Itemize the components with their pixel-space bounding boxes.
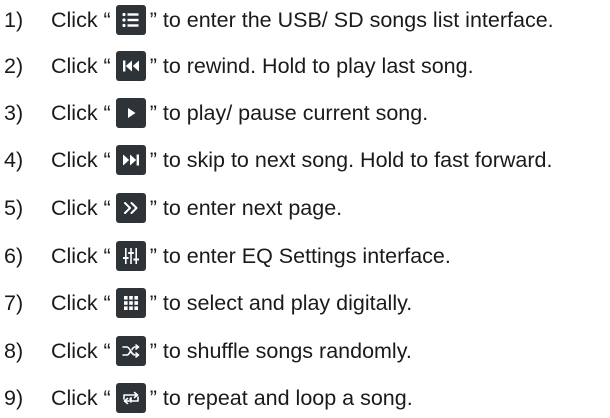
item-tail: ” to enter next page. — [149, 195, 343, 220]
item-lead: Click “ — [51, 385, 111, 410]
item-number: 2) — [4, 53, 24, 78]
item-tail: ” to repeat and loop a song. — [149, 385, 413, 410]
item-tail: ” to select and play digitally. — [149, 290, 413, 315]
item-lead: Click “ — [51, 195, 111, 220]
item-number: 8) — [4, 338, 24, 363]
item-lead: Click “ — [51, 100, 111, 125]
item-number: 1) — [4, 7, 24, 32]
item-number: 5) — [4, 195, 24, 220]
rewind-icon — [115, 51, 146, 81]
item-lead: Click “ — [51, 290, 111, 315]
item-number: 7) — [4, 290, 24, 315]
equalizer-icon — [115, 241, 146, 271]
shuffle-icon — [115, 336, 146, 366]
numpad-icon — [115, 288, 146, 318]
item-lead: Click “ — [51, 7, 111, 32]
play-icon — [115, 98, 146, 128]
item-number: 6) — [4, 243, 24, 268]
item-tail: ” to play/ pause current song. — [149, 100, 429, 125]
item-tail: ” to skip to next song. Hold to fast for… — [149, 147, 553, 172]
item-lead: Click “ — [51, 338, 111, 363]
item-lead: Click “ — [51, 147, 111, 172]
item-tail: ” to enter EQ Settings interface. — [149, 243, 451, 268]
item-tail: ” to enter the USB/ SD songs list interf… — [149, 7, 554, 32]
item-number: 4) — [4, 147, 24, 172]
item-number: 3) — [4, 100, 24, 125]
item-lead: Click “ — [51, 243, 111, 268]
item-number: 9) — [4, 385, 24, 410]
item-tail: ” to shuffle songs randomly. — [149, 338, 412, 363]
skip-next-icon — [115, 145, 146, 175]
next-page-icon — [115, 193, 146, 223]
item-lead: Click “ — [51, 53, 111, 78]
item-tail: ” to rewind. Hold to play last song. — [149, 53, 474, 78]
repeat-icon — [115, 383, 146, 413]
list-icon — [115, 5, 146, 35]
